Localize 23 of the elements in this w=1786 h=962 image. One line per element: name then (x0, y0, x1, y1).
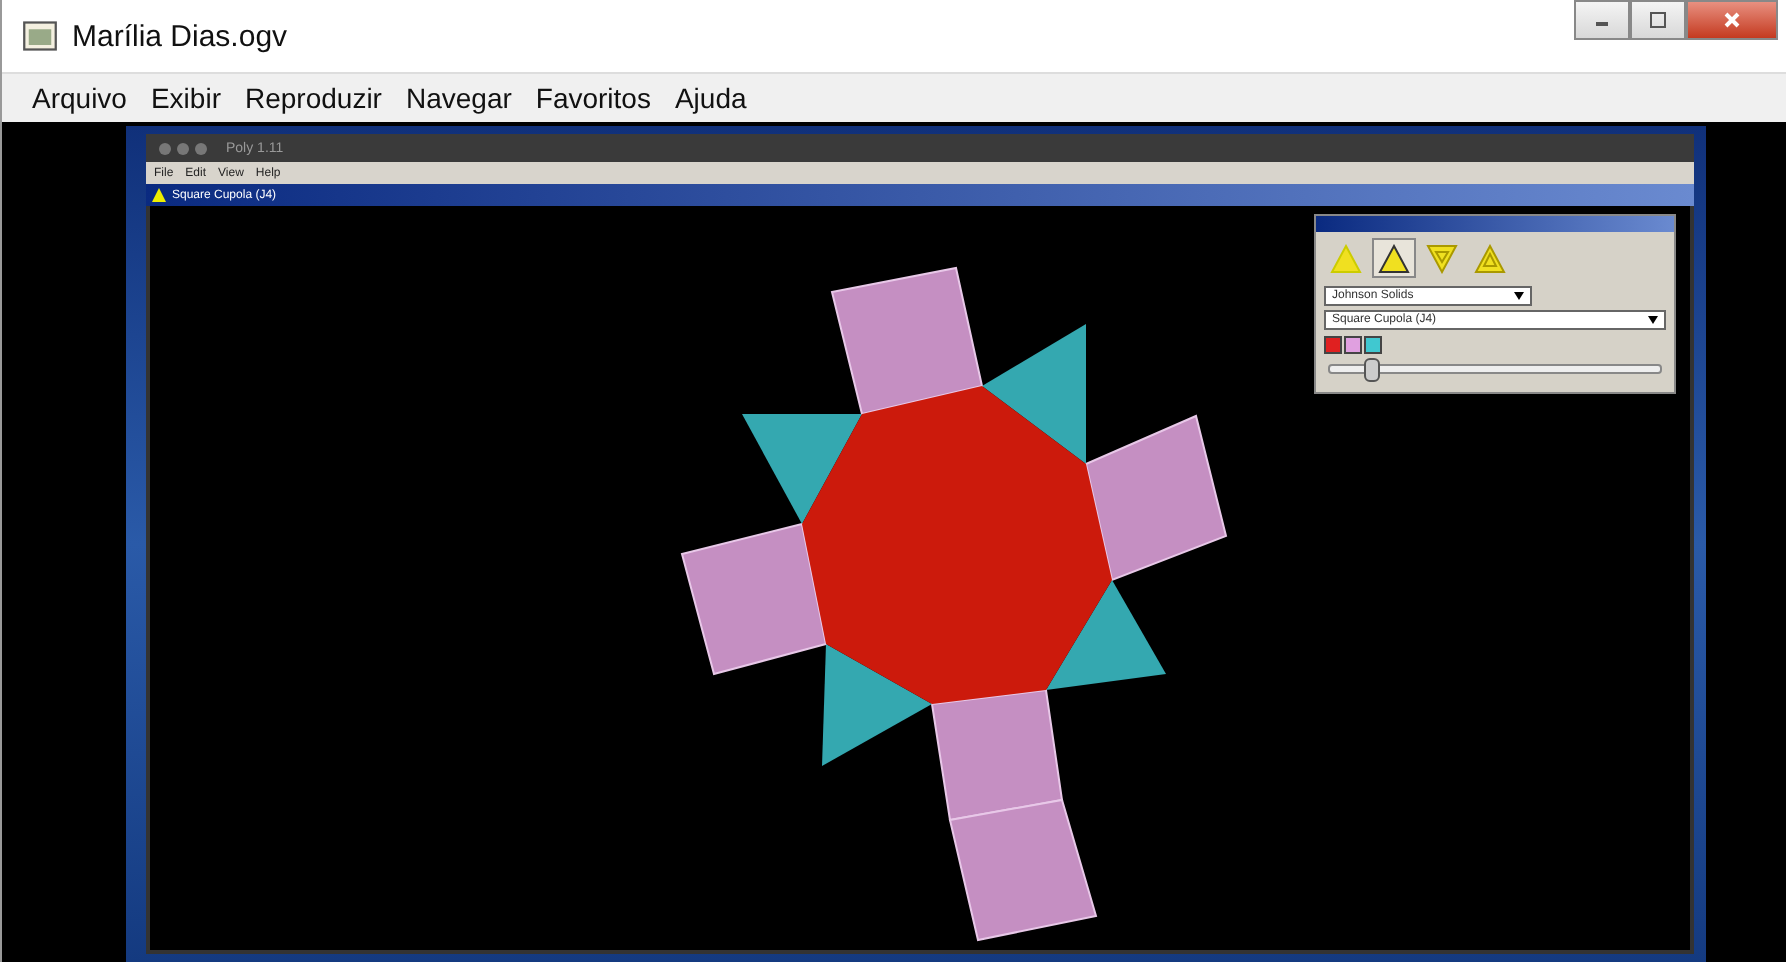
tool-button[interactable] (1372, 238, 1416, 278)
slider-thumb[interactable] (1363, 358, 1380, 382)
maximize-button[interactable] (1630, 0, 1686, 40)
color-swatch[interactable] (1364, 336, 1382, 354)
film-icon (22, 18, 58, 54)
minimize-button[interactable] (1574, 0, 1630, 40)
caret-icon (1648, 316, 1658, 324)
menu-item[interactable]: Reproduzir (234, 82, 392, 114)
menu-item[interactable]: Navegar (395, 82, 522, 114)
window-title: Marília Dias.ogv (72, 19, 288, 53)
triangle-icon (1474, 243, 1506, 273)
menu-item[interactable]: Arquivo (22, 82, 137, 114)
menu-item[interactable]: Exibir (140, 82, 231, 114)
caret-icon (1514, 292, 1524, 300)
triangle-icon (1426, 243, 1458, 273)
close-button[interactable] (1686, 0, 1778, 40)
color-swatch[interactable] (1324, 336, 1342, 354)
menu-item[interactable]: Ajuda (664, 82, 757, 114)
close-icon (1722, 10, 1742, 30)
menu-item[interactable]: Favoritos (525, 82, 661, 114)
window-buttons-icon (158, 141, 210, 155)
color-swatch[interactable] (1344, 336, 1362, 354)
maximize-icon (1648, 10, 1668, 30)
